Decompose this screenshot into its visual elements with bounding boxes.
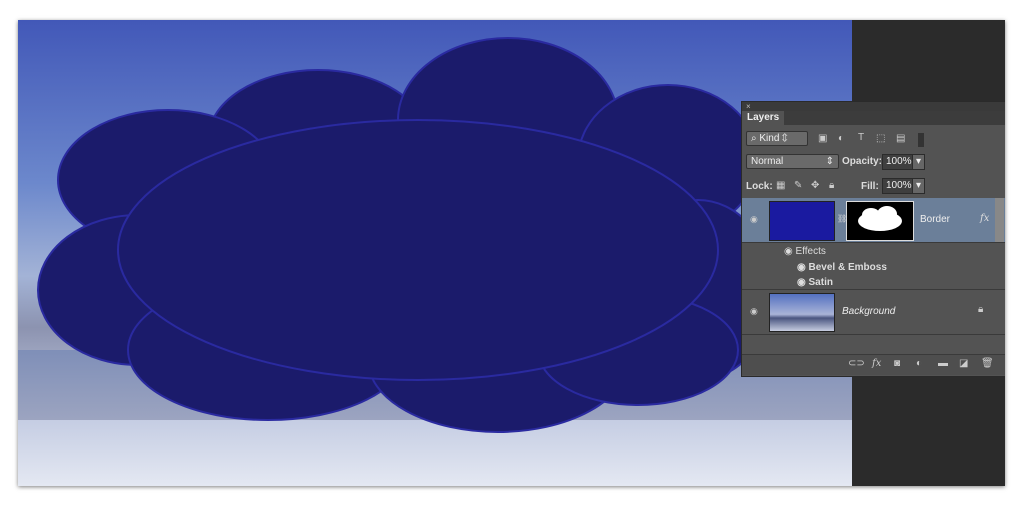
filter-kind-select[interactable]: ⌕ Kind ⇕	[746, 131, 808, 146]
type-filter-icon[interactable]: T	[858, 132, 864, 143]
fill-dropdown-button[interactable]: ▾	[912, 178, 926, 194]
visibility-eye-icon[interactable]: ◉	[750, 214, 758, 225]
layer-row-border[interactable]: ◉ ⛓ Border fx	[742, 198, 1005, 243]
lock-position-icon[interactable]: ✥	[811, 180, 819, 191]
effect-satin[interactable]: ◉ Satin	[797, 277, 833, 288]
cloud-shape[interactable]	[18, 20, 852, 486]
scrollbar[interactable]	[995, 198, 1004, 242]
effect-label: Satin	[808, 277, 833, 288]
adjustment-layer-icon[interactable]: ◐	[916, 358, 922, 369]
layer-name[interactable]: Background	[842, 306, 895, 317]
canvas-photo[interactable]	[18, 20, 852, 486]
visibility-eye-icon[interactable]: ◉	[750, 306, 758, 317]
lock-transparent-icon[interactable]: ▦	[776, 180, 785, 191]
panel-footer: ⊂⊃ fx ◙ ◐ ▬ ◪ 🗑︎	[742, 354, 1005, 375]
filter-kind-label: Kind	[759, 133, 780, 144]
effects-label: Effects	[795, 246, 826, 257]
add-mask-icon[interactable]: ◙	[894, 358, 900, 369]
layer-row-background[interactable]: ◉ Background 🔒︎	[742, 290, 1005, 335]
delete-layer-icon[interactable]: 🗑︎	[981, 358, 994, 369]
effects-row[interactable]: ◉ Effects	[784, 246, 826, 257]
layer-name[interactable]: Border	[920, 214, 950, 225]
fill-label: Fill:	[861, 181, 879, 192]
lock-label: Lock:	[746, 181, 773, 192]
lock-all-icon[interactable]: 🔒︎	[829, 180, 834, 191]
link-layers-icon[interactable]: ⊂⊃	[848, 358, 865, 369]
fx-icon[interactable]: fx	[980, 213, 989, 224]
adjustment-filter-icon[interactable]: ◐	[838, 133, 844, 144]
opacity-label: Opacity:	[842, 156, 883, 167]
new-layer-icon[interactable]: ◪	[959, 358, 968, 369]
tab-layers[interactable]: Layers	[742, 111, 785, 125]
document-window: × Layers ⌕ Kind ⇕ ▣ ◐ T ⬚ ▤ Normal ⇕ Opac…	[18, 20, 1005, 486]
blend-mode-select[interactable]: Normal ⇕	[746, 154, 839, 169]
layers-panel: × Layers ⌕ Kind ⇕ ▣ ◐ T ⬚ ▤ Normal ⇕ Opac…	[741, 101, 1005, 377]
opacity-field[interactable]: 100%	[882, 154, 916, 170]
lock-image-icon[interactable]: ✎	[794, 180, 802, 191]
close-panel-button[interactable]: ×	[746, 102, 751, 111]
smart-object-filter-icon[interactable]: ▤	[896, 133, 905, 144]
pixel-filter-icon[interactable]: ▣	[818, 133, 827, 144]
blend-mode-label: Normal	[751, 156, 784, 167]
lock-icon: 🔒︎	[978, 304, 984, 315]
effect-label: Bevel & Emboss	[808, 262, 887, 273]
new-group-icon[interactable]: ▬	[938, 358, 948, 369]
opacity-dropdown-button[interactable]: ▾	[912, 154, 926, 170]
layer-thumbnail	[769, 201, 835, 241]
filter-toggle[interactable]	[918, 133, 924, 147]
vector-mask-thumbnail[interactable]	[846, 201, 914, 241]
fill-field[interactable]: 100%	[882, 178, 916, 194]
add-style-icon[interactable]: fx	[872, 358, 881, 369]
effect-bevel-emboss[interactable]: ◉ Bevel & Emboss	[797, 262, 887, 273]
shape-filter-icon[interactable]: ⬚	[876, 133, 885, 144]
layer-thumbnail	[769, 293, 835, 332]
